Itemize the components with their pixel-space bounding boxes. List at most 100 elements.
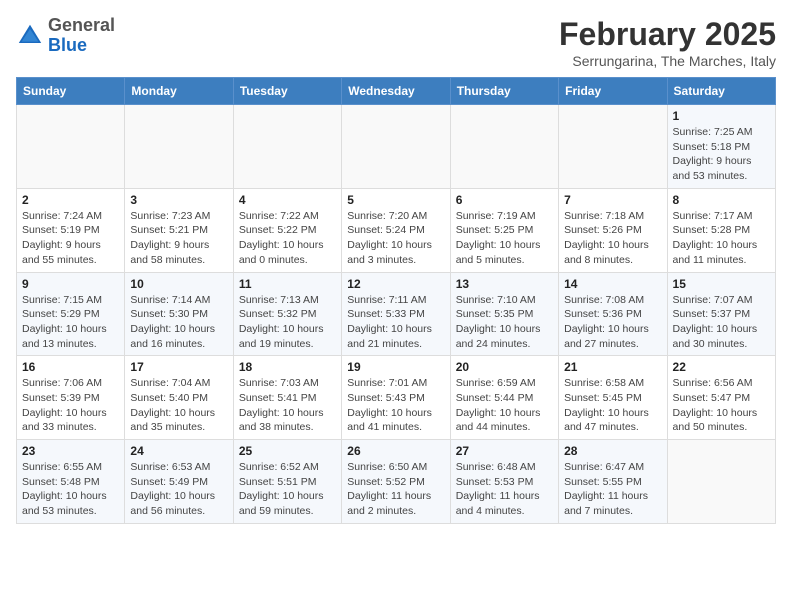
day-detail: Sunrise: 7:17 AM Sunset: 5:28 PM Dayligh… (673, 209, 770, 268)
day-detail: Sunrise: 6:59 AM Sunset: 5:44 PM Dayligh… (456, 376, 553, 435)
calendar-cell: 27Sunrise: 6:48 AM Sunset: 5:53 PM Dayli… (450, 440, 558, 524)
calendar-cell: 12Sunrise: 7:11 AM Sunset: 5:33 PM Dayli… (342, 272, 450, 356)
day-number: 14 (564, 277, 661, 291)
calendar-cell: 10 Sunrise: 7:14 AM Sunset: 5:30 PM Dayli… (125, 272, 233, 356)
day-detail: Sunrise: 6:48 AM Sunset: 5:53 PM Dayligh… (456, 460, 553, 519)
day-detail: Sunrise: 6:53 AM Sunset: 5:49 PM Dayligh… (130, 460, 227, 519)
calendar-cell: 19Sunrise: 7:01 AM Sunset: 5:43 PM Dayli… (342, 356, 450, 440)
calendar-cell: 7 Sunrise: 7:18 AM Sunset: 5:26 PM Daylig… (559, 188, 667, 272)
day-number: 21 (564, 360, 661, 374)
calendar-cell: 11 Sunrise: 7:13 AM Sunset: 5:32 PM Dayli… (233, 272, 341, 356)
calendar-week-row: 23Sunrise: 6:55 AM Sunset: 5:48 PM Dayli… (17, 440, 776, 524)
day-number: 25 (239, 444, 336, 458)
day-detail: Sunrise: 6:56 AM Sunset: 5:47 PM Dayligh… (673, 376, 770, 435)
location-text: Serrungarina, The Marches, Italy (559, 53, 776, 69)
day-number: 22 (673, 360, 770, 374)
calendar-cell (233, 105, 341, 189)
logo-general-text: General (48, 15, 115, 35)
day-detail: Sunrise: 7:23 AM Sunset: 5:21 PM Dayligh… (130, 209, 227, 268)
calendar-cell (667, 440, 775, 524)
month-title: February 2025 (559, 16, 776, 53)
weekday-header: Thursday (450, 78, 558, 105)
calendar-week-row: 9 Sunrise: 7:15 AM Sunset: 5:29 PM Daylig… (17, 272, 776, 356)
weekday-header: Tuesday (233, 78, 341, 105)
day-number: 2 (22, 193, 119, 207)
weekday-header: Wednesday (342, 78, 450, 105)
day-number: 4 (239, 193, 336, 207)
day-number: 5 (347, 193, 444, 207)
day-number: 18 (239, 360, 336, 374)
calendar-cell: 26 Sunrise: 6:50 AM Sunset: 5:52 PM Dayli… (342, 440, 450, 524)
day-detail: Sunrise: 7:24 AM Sunset: 5:19 PM Dayligh… (22, 209, 119, 268)
day-detail: Sunrise: 7:07 AM Sunset: 5:37 PM Dayligh… (673, 293, 770, 352)
day-number: 20 (456, 360, 553, 374)
weekday-row: SundayMondayTuesdayWednesdayThursdayFrid… (17, 78, 776, 105)
day-detail: Sunrise: 7:04 AM Sunset: 5:40 PM Dayligh… (130, 376, 227, 435)
calendar-cell: 4 Sunrise: 7:22 AM Sunset: 5:22 PM Daylig… (233, 188, 341, 272)
calendar-cell: 9 Sunrise: 7:15 AM Sunset: 5:29 PM Daylig… (17, 272, 125, 356)
day-number: 9 (22, 277, 119, 291)
weekday-header: Saturday (667, 78, 775, 105)
calendar-cell: 2 Sunrise: 7:24 AM Sunset: 5:19 PM Daylig… (17, 188, 125, 272)
day-detail: Sunrise: 7:08 AM Sunset: 5:36 PM Dayligh… (564, 293, 661, 352)
weekday-header: Monday (125, 78, 233, 105)
day-number: 23 (22, 444, 119, 458)
day-detail: Sunrise: 6:50 AM Sunset: 5:52 PM Dayligh… (347, 460, 444, 519)
day-number: 1 (673, 109, 770, 123)
logo: General Blue (16, 16, 115, 56)
day-detail: Sunrise: 7:19 AM Sunset: 5:25 PM Dayligh… (456, 209, 553, 268)
day-number: 10 (130, 277, 227, 291)
day-number: 16 (22, 360, 119, 374)
calendar-table: SundayMondayTuesdayWednesdayThursdayFrid… (16, 77, 776, 524)
logo-icon (16, 22, 44, 50)
day-number: 13 (456, 277, 553, 291)
calendar-cell (559, 105, 667, 189)
day-detail: Sunrise: 6:58 AM Sunset: 5:45 PM Dayligh… (564, 376, 661, 435)
day-number: 7 (564, 193, 661, 207)
day-number: 11 (239, 277, 336, 291)
day-detail: Sunrise: 7:14 AM Sunset: 5:30 PM Dayligh… (130, 293, 227, 352)
day-number: 24 (130, 444, 227, 458)
calendar-cell: 13 Sunrise: 7:10 AM Sunset: 5:35 PM Dayli… (450, 272, 558, 356)
calendar-cell: 14 Sunrise: 7:08 AM Sunset: 5:36 PM Dayli… (559, 272, 667, 356)
day-number: 6 (456, 193, 553, 207)
calendar-cell: 18 Sunrise: 7:03 AM Sunset: 5:41 PM Dayli… (233, 356, 341, 440)
calendar-week-row: 16 Sunrise: 7:06 AM Sunset: 5:39 PM Dayli… (17, 356, 776, 440)
calendar-cell: 22 Sunrise: 6:56 AM Sunset: 5:47 PM Dayli… (667, 356, 775, 440)
day-detail: Sunrise: 7:13 AM Sunset: 5:32 PM Dayligh… (239, 293, 336, 352)
calendar-cell: 23Sunrise: 6:55 AM Sunset: 5:48 PM Dayli… (17, 440, 125, 524)
calendar-cell (450, 105, 558, 189)
calendar-cell: 25Sunrise: 6:52 AM Sunset: 5:51 PM Dayli… (233, 440, 341, 524)
day-detail: Sunrise: 7:11 AM Sunset: 5:33 PM Dayligh… (347, 293, 444, 352)
day-number: 3 (130, 193, 227, 207)
calendar-header: SundayMondayTuesdayWednesdayThursdayFrid… (17, 78, 776, 105)
calendar-cell (125, 105, 233, 189)
day-detail: Sunrise: 7:20 AM Sunset: 5:24 PM Dayligh… (347, 209, 444, 268)
calendar-body: 1 Sunrise: 7:25 AM Sunset: 5:18 PM Daylig… (17, 105, 776, 524)
day-detail: Sunrise: 7:03 AM Sunset: 5:41 PM Dayligh… (239, 376, 336, 435)
day-detail: Sunrise: 7:06 AM Sunset: 5:39 PM Dayligh… (22, 376, 119, 435)
calendar-week-row: 2 Sunrise: 7:24 AM Sunset: 5:19 PM Daylig… (17, 188, 776, 272)
day-detail: Sunrise: 7:22 AM Sunset: 5:22 PM Dayligh… (239, 209, 336, 268)
day-detail: Sunrise: 7:18 AM Sunset: 5:26 PM Dayligh… (564, 209, 661, 268)
logo-blue-text: Blue (48, 35, 87, 55)
calendar-cell: 6 Sunrise: 7:19 AM Sunset: 5:25 PM Daylig… (450, 188, 558, 272)
calendar-cell: 17 Sunrise: 7:04 AM Sunset: 5:40 PM Dayli… (125, 356, 233, 440)
calendar-cell (342, 105, 450, 189)
calendar-cell: 8 Sunrise: 7:17 AM Sunset: 5:28 PM Daylig… (667, 188, 775, 272)
calendar-cell: 24 Sunrise: 6:53 AM Sunset: 5:49 PM Dayli… (125, 440, 233, 524)
day-number: 15 (673, 277, 770, 291)
calendar-cell: 15 Sunrise: 7:07 AM Sunset: 5:37 PM Dayli… (667, 272, 775, 356)
day-detail: Sunrise: 7:15 AM Sunset: 5:29 PM Dayligh… (22, 293, 119, 352)
calendar-cell: 5 Sunrise: 7:20 AM Sunset: 5:24 PM Daylig… (342, 188, 450, 272)
day-number: 17 (130, 360, 227, 374)
day-number: 8 (673, 193, 770, 207)
weekday-header: Friday (559, 78, 667, 105)
calendar-cell: 21 Sunrise: 6:58 AM Sunset: 5:45 PM Dayli… (559, 356, 667, 440)
title-block: February 2025 Serrungarina, The Marches,… (559, 16, 776, 69)
day-detail: Sunrise: 7:25 AM Sunset: 5:18 PM Dayligh… (673, 125, 770, 184)
day-number: 26 (347, 444, 444, 458)
calendar-week-row: 1 Sunrise: 7:25 AM Sunset: 5:18 PM Daylig… (17, 105, 776, 189)
page-header: General Blue February 2025 Serrungarina,… (16, 16, 776, 69)
day-detail: Sunrise: 7:10 AM Sunset: 5:35 PM Dayligh… (456, 293, 553, 352)
